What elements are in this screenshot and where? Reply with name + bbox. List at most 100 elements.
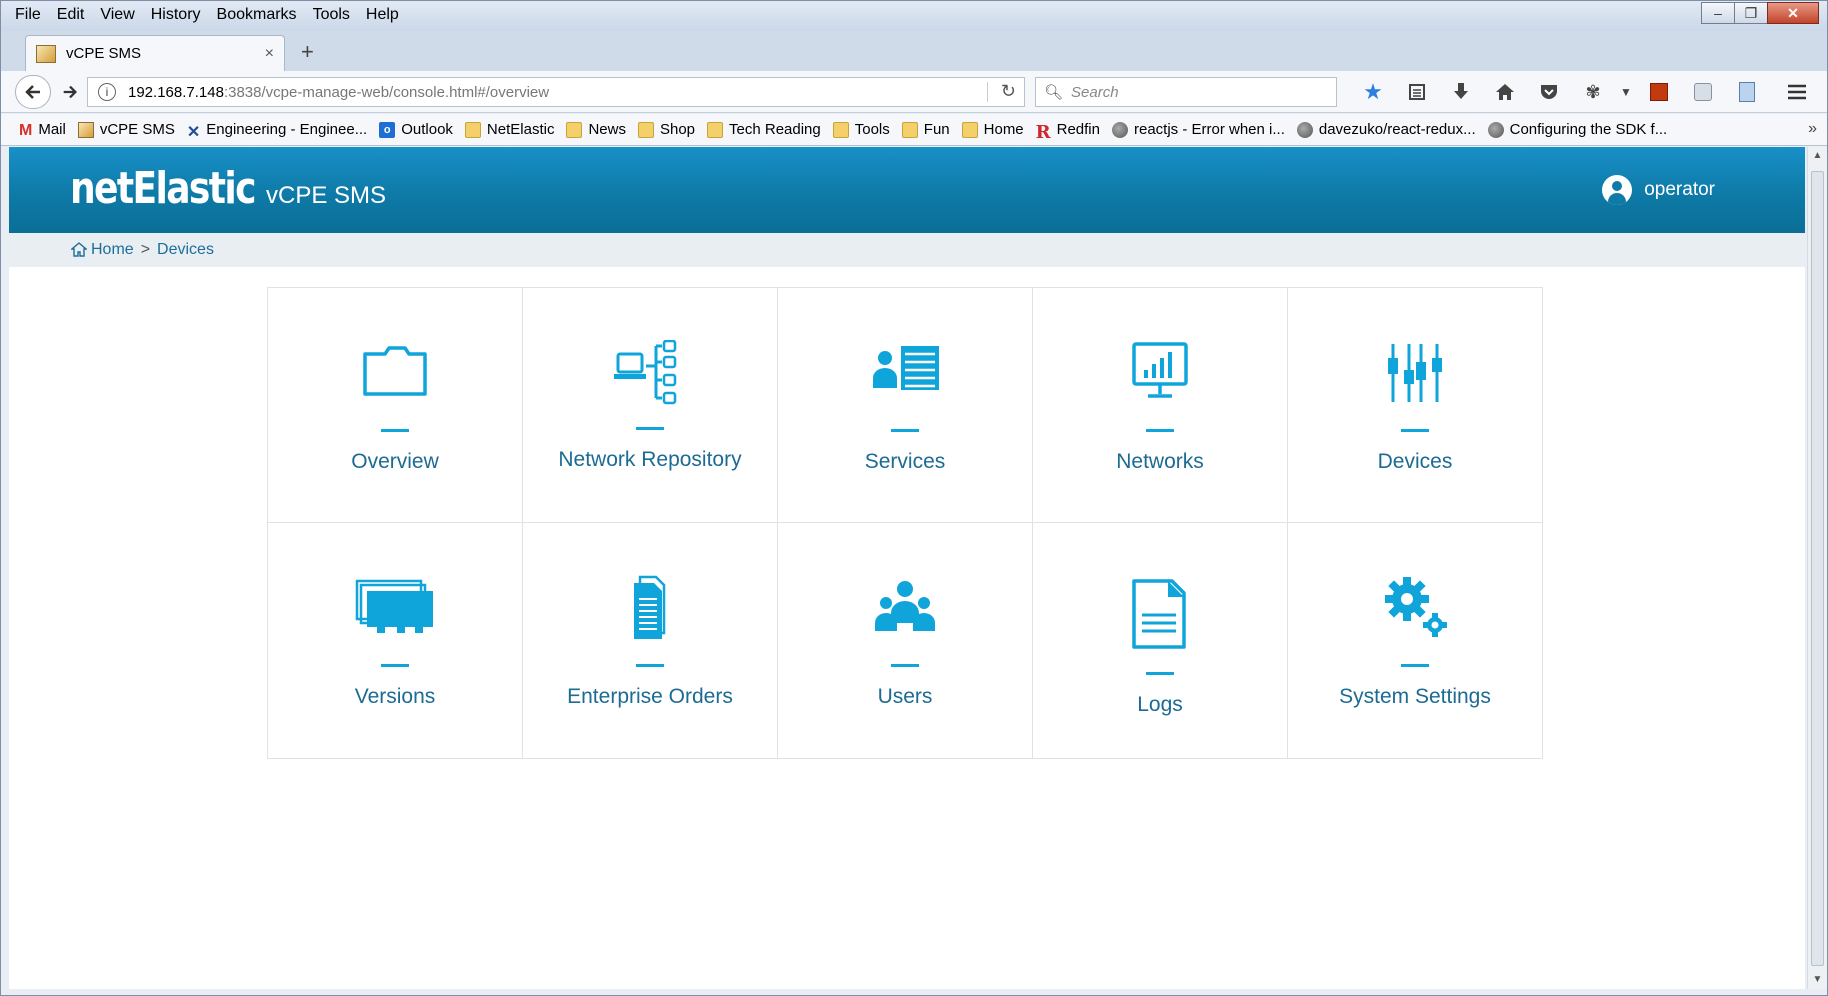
outlook-icon: o (379, 121, 396, 138)
tile-versions[interactable]: Versions (267, 522, 523, 759)
bookmark-label: Outlook (401, 121, 453, 138)
breadcrumb-home[interactable]: Home (91, 241, 134, 259)
app-header: netElastic vCPE SMS operator (9, 147, 1805, 233)
bookmark-tech-reading[interactable]: Tech Reading (707, 121, 821, 138)
bookmark-davezuko[interactable]: davezuko/react-redux... (1296, 121, 1476, 138)
bookmark-configuring-sdk[interactable]: Configuring the SDK f... (1487, 121, 1668, 138)
bookmark-shop[interactable]: Shop (637, 121, 695, 138)
gmail-icon: M (19, 121, 33, 139)
home-icon[interactable] (1483, 79, 1527, 105)
bookmark-mail[interactable]: M Mail (19, 121, 66, 139)
reading-list-icon[interactable] (1395, 79, 1439, 105)
menu-file[interactable]: File (7, 4, 49, 28)
scroll-up-icon[interactable]: ▲ (1808, 147, 1827, 165)
bookmark-tools[interactable]: Tools (832, 121, 890, 138)
bookmark-netelastic[interactable]: NetElastic (464, 121, 555, 138)
arrow-left-icon (25, 85, 40, 99)
bookmark-label: vCPE SMS (99, 121, 175, 138)
search-bar[interactable]: 🔍︎ Search (1035, 77, 1337, 107)
bookmarks-overflow-icon[interactable]: » (1808, 120, 1817, 138)
bookmark-vcpe-sms[interactable]: vCPE SMS (77, 121, 175, 138)
tile-label: Logs (1137, 693, 1183, 716)
bookmark-label: Home (983, 121, 1024, 138)
tile-network-repository[interactable]: Network Repository (522, 287, 778, 523)
user-menu[interactable]: operator (1602, 175, 1715, 205)
tile-divider (1401, 429, 1429, 432)
pocket-icon[interactable] (1527, 79, 1571, 105)
minimize-button[interactable]: – (1701, 2, 1735, 24)
bookmark-star-icon[interactable]: ★ (1351, 79, 1395, 105)
bookmark-fun[interactable]: Fun (901, 121, 950, 138)
tile-services[interactable]: Services (777, 287, 1033, 523)
tab-title: vCPE SMS (66, 45, 142, 62)
tile-devices[interactable]: Devices (1287, 287, 1543, 523)
tile-networks[interactable]: Networks (1032, 287, 1288, 523)
tab-close-icon[interactable]: × (265, 45, 274, 63)
bookmark-label: Mail (38, 121, 66, 138)
hamburger-menu-icon[interactable] (1775, 79, 1819, 105)
tile-logs[interactable]: Logs (1032, 522, 1288, 759)
site-info-icon[interactable]: i (98, 83, 116, 101)
app-logo[interactable]: netElastic vCPE SMS (70, 163, 386, 214)
menu-view[interactable]: View (92, 4, 142, 28)
bookmark-label: Configuring the SDK f... (1509, 121, 1668, 138)
folder-icon (901, 121, 918, 138)
bookmark-outlook[interactable]: o Outlook (379, 121, 453, 138)
breadcrumb-separator: > (140, 241, 151, 258)
menu-edit[interactable]: Edit (49, 4, 93, 28)
close-window-button[interactable]: ✕ (1767, 2, 1819, 24)
scroll-down-icon[interactable]: ▼ (1808, 971, 1827, 989)
ublock-icon[interactable] (1637, 79, 1681, 105)
menu-help[interactable]: Help (358, 4, 407, 28)
back-button[interactable] (15, 75, 51, 109)
tile-label: Network Repository (558, 448, 742, 471)
tile-label: Enterprise Orders (567, 685, 733, 708)
menu-history[interactable]: History (143, 4, 209, 28)
versions-stack-icon (355, 575, 435, 641)
maximize-button[interactable]: ❐ (1734, 2, 1768, 24)
notes-icon[interactable] (1725, 79, 1769, 105)
tile-divider (381, 429, 409, 432)
tile-divider (891, 429, 919, 432)
menu-dropdown-icon[interactable]: ▼ (1615, 79, 1637, 105)
bookmark-label: NetElastic (486, 121, 555, 138)
breadcrumb-current[interactable]: Devices (157, 241, 214, 259)
tile-label: Users (877, 685, 933, 708)
vertical-scrollbar[interactable]: ▲ ▼ (1807, 147, 1827, 989)
tile-label: Versions (354, 685, 436, 708)
bookmark-news[interactable]: News (566, 121, 626, 138)
url-bar[interactable]: i 192.168.7.148:3838/vcpe-manage-web/con… (87, 77, 1025, 107)
documents-icon (610, 575, 690, 641)
arrow-right-icon (63, 85, 77, 99)
bookmark-engineering[interactable]: ✕ Engineering - Enginee... (187, 121, 367, 141)
bookmark-label: Fun (923, 121, 950, 138)
bookmark-label: reactjs - Error when i... (1133, 121, 1285, 138)
bookmark-home[interactable]: Home (961, 121, 1024, 138)
redfin-icon: R (1035, 121, 1051, 143)
extension-icon[interactable]: ✾ (1571, 79, 1615, 105)
tile-enterprise-orders[interactable]: Enterprise Orders (522, 522, 778, 759)
scroll-thumb[interactable] (1811, 171, 1824, 966)
url-host: 192.168.7.148 (128, 83, 224, 101)
bookmark-reactjs[interactable]: reactjs - Error when i... (1111, 121, 1285, 138)
services-list-icon (865, 340, 945, 406)
download-icon[interactable] (1439, 79, 1483, 105)
tile-label: Overview (351, 450, 439, 473)
folder-icon (637, 121, 654, 138)
reload-icon[interactable]: ↻ (1001, 81, 1016, 102)
tile-system-settings[interactable]: System Settings (1287, 522, 1543, 759)
menu-bookmarks[interactable]: Bookmarks (209, 4, 305, 28)
new-tab-button[interactable]: + (301, 39, 314, 65)
forward-button[interactable] (53, 78, 87, 106)
gears-icon (1375, 575, 1455, 641)
tile-users[interactable]: Users (777, 522, 1033, 759)
menu-tools[interactable]: Tools (305, 4, 358, 28)
brand-name: netElastic (70, 163, 256, 214)
tile-overview[interactable]: Overview (267, 287, 523, 523)
tile-label: System Settings (1339, 685, 1491, 708)
react-devtools-icon[interactable] (1681, 79, 1725, 105)
toolbar-icons: ★ ✾ ▼ (1351, 79, 1819, 105)
bookmark-redfin[interactable]: R Redfin (1035, 121, 1100, 143)
folder-icon (566, 121, 583, 138)
tab-vcpe-sms[interactable]: vCPE SMS × (25, 35, 285, 71)
